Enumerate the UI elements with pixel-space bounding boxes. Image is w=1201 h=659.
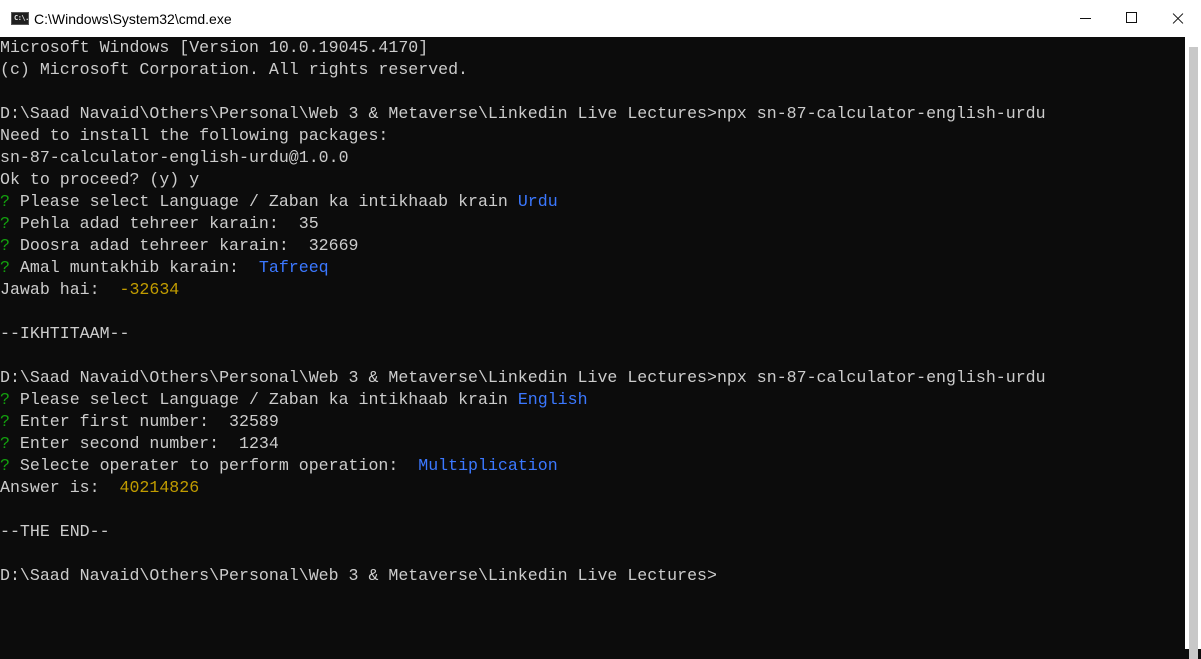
result-label: Answer is:: [0, 478, 120, 497]
prompt-text: Please select Language / Zaban ka intikh…: [9, 390, 518, 409]
prompt-line: ? Enter second number: 1234: [0, 433, 1185, 455]
prompt-line: ? Pehla adad tehreer karain: 35: [0, 213, 1185, 235]
cmd-icon-text: C:\.: [14, 14, 29, 22]
copyright-line: (c) Microsoft Corporation. All rights re…: [0, 60, 469, 79]
command-line: D:\Saad Navaid\Others\Personal\Web 3 & M…: [0, 104, 1046, 123]
end-line: --IKHTITAAM--: [0, 324, 130, 343]
result-value: 40214826: [119, 478, 200, 497]
vertical-scrollbar[interactable]: [1185, 37, 1201, 659]
question-mark: ?: [0, 192, 10, 211]
current-prompt: D:\Saad Navaid\Others\Personal\Web 3 & M…: [0, 566, 717, 585]
command-line: D:\Saad Navaid\Others\Personal\Web 3 & M…: [0, 368, 1046, 387]
prompt-line: ? Enter first number: 32589: [0, 411, 1185, 433]
question-mark: ?: [0, 214, 10, 233]
maximize-button[interactable]: [1109, 0, 1155, 37]
result-line: Answer is: 40214826: [0, 477, 1185, 499]
proceed-line: Ok to proceed? (y) y: [0, 170, 200, 189]
prompt-line: ? Doosra adad tehreer karain: 32669: [0, 235, 1185, 257]
prompt-text: Selecte operater to perform operation:: [9, 456, 419, 475]
prompt-text: Amal muntakhib karain:: [9, 258, 259, 277]
prompt-line: ? Amal muntakhib karain: Tafreeq: [0, 257, 1185, 279]
prompt-line: ? Please select Language / Zaban ka inti…: [0, 389, 1185, 411]
result-label: Jawab hai:: [0, 280, 120, 299]
prompt-text: Doosra adad tehreer karain: 32669: [9, 236, 359, 255]
window-title: C:\Windows\System32\cmd.exe: [34, 10, 232, 27]
question-mark: ?: [0, 434, 10, 453]
scrollbar-thumb[interactable]: [1189, 47, 1198, 659]
version-line: Microsoft Windows [Version 10.0.19045.41…: [0, 38, 429, 57]
prompt-answer: Urdu: [517, 192, 558, 211]
prompt-line: ? Selecte operater to perform operation:…: [0, 455, 1185, 477]
question-mark: ?: [0, 412, 10, 431]
install-message: Need to install the following packages:: [0, 126, 389, 145]
result-line: Jawab hai: -32634: [0, 279, 1185, 301]
prompt-line: ? Please select Language / Zaban ka inti…: [0, 191, 1185, 213]
question-mark: ?: [0, 258, 10, 277]
package-line: sn-87-calculator-english-urdu@1.0.0: [0, 148, 349, 167]
result-value: -32634: [119, 280, 180, 299]
prompt-text: Enter first number: 32589: [9, 412, 279, 431]
question-mark: ?: [0, 390, 10, 409]
title-bar[interactable]: C:\. C:\Windows\System32\cmd.exe: [0, 0, 1201, 37]
close-button[interactable]: [1155, 0, 1201, 37]
question-mark: ?: [0, 456, 10, 475]
prompt-text: Please select Language / Zaban ka intikh…: [9, 192, 518, 211]
prompt-text: Pehla adad tehreer karain: 35: [9, 214, 319, 233]
prompt-answer: Multiplication: [418, 456, 558, 475]
minimize-button[interactable]: [1063, 0, 1109, 37]
console-output[interactable]: Microsoft Windows [Version 10.0.19045.41…: [0, 37, 1185, 649]
end-line: --THE END--: [0, 522, 110, 541]
cmd-icon: C:\.: [11, 12, 29, 25]
prompt-answer: English: [517, 390, 588, 409]
prompt-text: Enter second number: 1234: [9, 434, 279, 453]
window-controls: [1063, 0, 1201, 37]
prompt-answer: Tafreeq: [258, 258, 329, 277]
question-mark: ?: [0, 236, 10, 255]
